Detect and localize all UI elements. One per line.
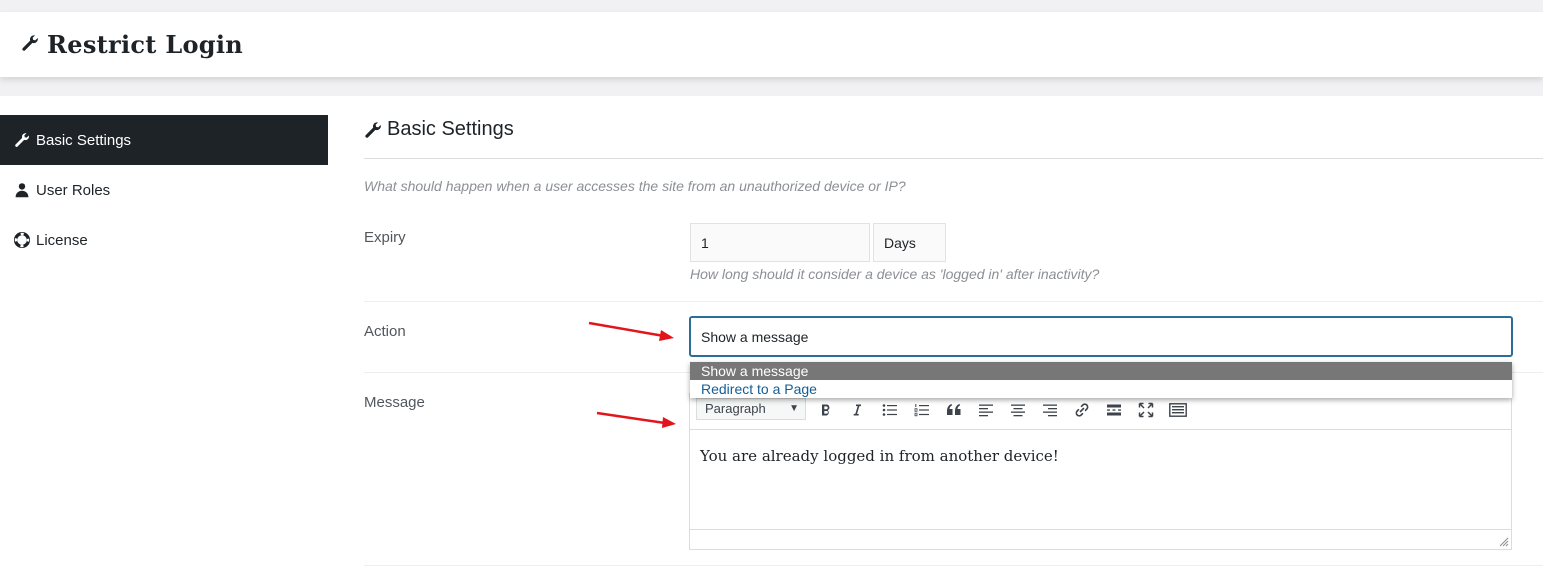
wrench-icon — [22, 35, 38, 51]
bold-icon — [822, 404, 830, 416]
insert-link-button[interactable] — [1070, 400, 1094, 420]
red-arrow-annotation — [596, 411, 676, 428]
read-more-icon — [1107, 404, 1121, 416]
settings-page: Basic Settings User Roles License Basic … — [0, 96, 1543, 588]
expiry-unit-text: Days — [884, 234, 916, 251]
chevron-down-icon: ▼ — [789, 403, 799, 414]
align-center-icon — [1011, 404, 1025, 417]
italic-icon — [853, 404, 861, 416]
wrench-icon — [365, 121, 381, 138]
title-divider — [364, 158, 1543, 159]
page-title-text: Basic Settings — [387, 118, 514, 140]
lifebuoy-icon — [14, 232, 30, 248]
fullscreen-icon — [1138, 402, 1154, 418]
sidebar: Basic Settings User Roles License — [0, 115, 328, 265]
action-option-redirect[interactable]: Redirect to a Page — [690, 380, 1512, 398]
link-icon — [1075, 403, 1089, 417]
app-title: Restrict Login — [47, 30, 244, 59]
read-more-button[interactable] — [1102, 400, 1126, 420]
align-left-button[interactable] — [974, 400, 998, 420]
fullscreen-button[interactable] — [1134, 400, 1158, 420]
user-icon — [14, 182, 30, 198]
app-header: Restrict Login — [0, 12, 1543, 77]
bold-button[interactable] — [814, 400, 838, 420]
resize-handle-icon[interactable] — [1499, 537, 1509, 547]
bullet-list-icon — [882, 404, 897, 416]
action-option-show-message[interactable]: Show a message — [690, 362, 1512, 380]
format-select[interactable]: Paragraph ▼ — [696, 398, 806, 420]
action-label: Action — [364, 323, 406, 340]
sidebar-item-label: Basic Settings — [36, 131, 132, 149]
expiry-value: 1 — [701, 234, 709, 251]
align-right-button[interactable] — [1038, 400, 1062, 420]
quote-icon — [947, 404, 961, 415]
sidebar-item-label: License — [36, 231, 88, 249]
numbered-list-icon — [914, 404, 929, 417]
editor-content[interactable]: You are already logged in from another d… — [700, 447, 1059, 465]
italic-button[interactable] — [845, 400, 869, 420]
row-divider — [364, 301, 1543, 302]
bullet-list-button[interactable] — [878, 400, 902, 420]
numbered-list-button[interactable] — [910, 400, 934, 420]
align-left-icon — [979, 404, 993, 417]
main-content: Basic Settings What should happen when a… — [364, 96, 1543, 588]
expiry-unit-addon: Days — [873, 223, 946, 262]
align-right-icon — [1043, 404, 1057, 417]
align-center-button[interactable] — [1006, 400, 1030, 420]
expiry-hint: How long should it consider a device as … — [690, 266, 1100, 282]
expiry-label: Expiry — [364, 229, 406, 246]
action-select[interactable]: Show a message — [689, 316, 1513, 357]
sidebar-item-user-roles[interactable]: User Roles — [0, 165, 328, 215]
section-description: What should happen when a user accesses … — [364, 178, 906, 194]
keyboard-icon — [1169, 403, 1187, 417]
red-arrow-annotation — [588, 321, 674, 341]
sidebar-item-label: User Roles — [36, 181, 111, 199]
toolbar-toggle-button[interactable] — [1166, 400, 1190, 420]
format-select-value: Paragraph — [705, 401, 766, 416]
wrench-icon — [14, 132, 30, 148]
sidebar-item-basic-settings[interactable]: Basic Settings — [0, 115, 328, 165]
expiry-input[interactable]: 1 — [690, 223, 870, 262]
blockquote-button[interactable] — [942, 400, 966, 420]
row-divider — [364, 565, 1543, 566]
message-editor: Paragraph ▼ You are already logged in fr… — [689, 393, 1512, 550]
action-selected-value: Show a message — [701, 328, 809, 345]
sidebar-item-license[interactable]: License — [0, 215, 328, 265]
message-label: Message — [364, 394, 425, 411]
editor-statusbar — [690, 529, 1511, 549]
page-title: Basic Settings — [364, 118, 514, 141]
action-dropdown: Show a message Redirect to a Page — [690, 362, 1512, 398]
editor-toolbar: Paragraph ▼ — [690, 394, 1511, 430]
